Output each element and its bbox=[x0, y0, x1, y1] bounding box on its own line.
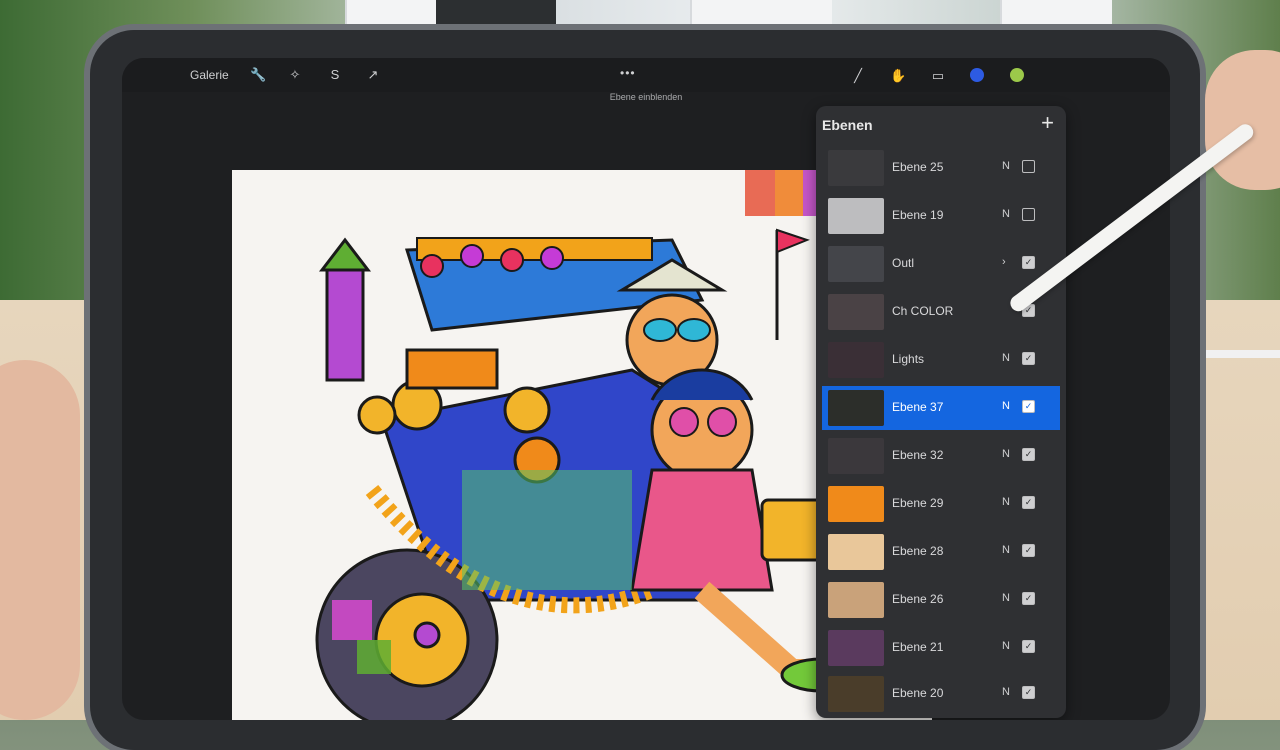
layer-row[interactable]: Lights N ✓ bbox=[822, 338, 1060, 382]
layer-thumbnail bbox=[828, 294, 884, 330]
headlight bbox=[357, 395, 397, 435]
layer-thumbnail bbox=[828, 438, 884, 474]
headlight bbox=[503, 386, 551, 434]
layer-visibility-checkbox[interactable]: ✓ bbox=[1022, 686, 1035, 699]
layer-visibility-checkbox[interactable]: ✓ bbox=[1022, 448, 1035, 461]
gallery-button[interactable]: Galerie bbox=[190, 68, 229, 82]
blend-mode-button[interactable]: N bbox=[1002, 592, 1010, 604]
layer-name: Outl bbox=[892, 256, 915, 270]
blend-mode-button[interactable]: N bbox=[1002, 544, 1010, 556]
color-picker-button[interactable] bbox=[1010, 68, 1024, 82]
layer-visibility-checkbox[interactable]: ✓ bbox=[1022, 256, 1035, 269]
layer-thumbnail bbox=[828, 676, 884, 712]
layer-thumbnail bbox=[828, 390, 884, 426]
layers-panel: Ebenen + Ebene 25 N Ebene 19 N Outl › ✓ … bbox=[816, 106, 1066, 718]
layer-thumbnail bbox=[828, 246, 884, 282]
blend-mode-button[interactable]: N bbox=[1002, 208, 1010, 220]
layer-row[interactable]: Ebene 19 N bbox=[822, 194, 1060, 238]
palette-swatch bbox=[745, 170, 775, 216]
selection-s-icon[interactable]: S bbox=[327, 67, 343, 83]
layer-name: Ebene 37 bbox=[892, 400, 944, 414]
layer-row[interactable]: Ebene 20 N ✓ bbox=[822, 672, 1060, 716]
palette-swatch bbox=[775, 170, 803, 216]
layer-visibility-checkbox[interactable] bbox=[1022, 208, 1035, 221]
blend-mode-button[interactable]: N bbox=[1002, 640, 1010, 652]
layer-visibility-checkbox[interactable]: ✓ bbox=[1022, 400, 1035, 413]
layer-name: Ebene 21 bbox=[892, 640, 944, 654]
procreate-screen: Galerie 🔧 ✧ S ↗ ••• ╱ ✋ ▭ Ebene einblend… bbox=[122, 58, 1170, 720]
layer-name: Ebene 19 bbox=[892, 208, 944, 222]
layer-thumbnail bbox=[828, 150, 884, 186]
layer-row[interactable]: Ebene 28 N ✓ bbox=[822, 530, 1060, 574]
layer-thumbnail bbox=[828, 198, 884, 234]
layer-thumbnail bbox=[828, 486, 884, 522]
layer-name: Ebene 20 bbox=[892, 686, 944, 700]
layer-row[interactable]: Ebene 32 N ✓ bbox=[822, 434, 1060, 478]
layer-name: Ebene 32 bbox=[892, 448, 944, 462]
layer-group-row[interactable]: Outl › ✓ bbox=[822, 242, 1060, 286]
right-hand bbox=[1205, 50, 1280, 190]
blend-mode-button[interactable]: N bbox=[1002, 448, 1010, 460]
layer-visibility-checkbox[interactable]: ✓ bbox=[1022, 352, 1035, 365]
name-plate bbox=[405, 348, 499, 390]
blend-mode-button[interactable]: N bbox=[1002, 686, 1010, 698]
layer-row[interactable]: Ebene 21 N ✓ bbox=[822, 626, 1060, 670]
layers-panel-title: Ebenen bbox=[822, 117, 873, 133]
eraser-icon[interactable]: ▭ bbox=[930, 68, 946, 84]
layer-name: Ebene 29 bbox=[892, 496, 944, 510]
layer-name: Ebene 25 bbox=[892, 160, 944, 174]
add-layer-button[interactable]: + bbox=[1041, 110, 1054, 136]
layer-name: Ch COLOR bbox=[892, 304, 954, 318]
layer-row[interactable]: Ebene 25 N bbox=[822, 146, 1060, 190]
layer-thumbnail bbox=[828, 342, 884, 378]
layer-name: Ebene 26 bbox=[892, 592, 944, 606]
brush-icon[interactable]: ╱ bbox=[850, 68, 866, 84]
hint-text: Ebene einblenden bbox=[609, 92, 683, 102]
layer-visibility-checkbox[interactable]: ✓ bbox=[1022, 496, 1035, 509]
character-shirt bbox=[630, 468, 774, 592]
blend-mode-button[interactable]: N bbox=[1002, 400, 1010, 412]
layer-thumbnail bbox=[828, 582, 884, 618]
exhaust-pipe bbox=[325, 268, 365, 382]
top-toolbar: Galerie 🔧 ✧ S ↗ ••• ╱ ✋ ▭ bbox=[122, 58, 1170, 92]
layer-thumbnail bbox=[828, 630, 884, 666]
layer-visibility-checkbox[interactable]: ✓ bbox=[1022, 544, 1035, 557]
cursor-arrow-icon[interactable]: ↗ bbox=[365, 67, 381, 83]
smudge-icon[interactable]: ✋ bbox=[890, 68, 906, 84]
color-swatch-button[interactable] bbox=[970, 68, 984, 82]
more-menu-button[interactable]: ••• bbox=[620, 66, 636, 80]
roof-trim bbox=[416, 237, 653, 261]
blend-mode-button[interactable]: N bbox=[1002, 496, 1010, 508]
magic-wand-icon[interactable]: ✧ bbox=[287, 67, 303, 83]
layer-row[interactable]: Ebene 29 N ✓ bbox=[822, 482, 1060, 526]
layer-row[interactable]: Ebene 26 N ✓ bbox=[822, 578, 1060, 622]
blend-mode-button[interactable]: N bbox=[1002, 352, 1010, 364]
layer-visibility-checkbox[interactable] bbox=[1022, 160, 1035, 173]
layer-visibility-checkbox[interactable]: ✓ bbox=[1022, 592, 1035, 605]
blend-mode-button[interactable]: N bbox=[1002, 160, 1010, 172]
layer-visibility-checkbox[interactable]: ✓ bbox=[1022, 640, 1035, 653]
layer-name: Ebene 28 bbox=[892, 544, 944, 558]
layer-row-selected[interactable]: Ebene 37 N ✓ bbox=[822, 386, 1060, 430]
left-hand bbox=[0, 360, 80, 720]
group-expand-chevron[interactable]: › bbox=[1002, 256, 1006, 268]
wrench-icon[interactable]: 🔧 bbox=[250, 67, 266, 83]
layer-thumbnail bbox=[828, 534, 884, 570]
layer-name: Lights bbox=[892, 352, 925, 366]
